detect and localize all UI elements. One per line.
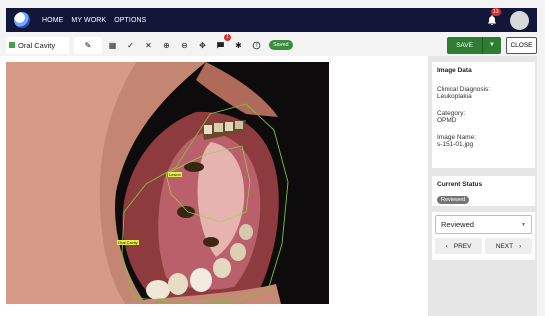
category-color-swatch <box>9 42 15 48</box>
image-data-title: Image Data <box>437 67 472 74</box>
app-logo[interactable] <box>14 12 30 28</box>
comments-button[interactable]: 1 <box>213 33 231 53</box>
auto-annotate-button[interactable]: ✎ <box>74 36 102 54</box>
image-name-value: s-151-01.jpg <box>437 141 474 148</box>
diagnosis-value: Leukoplakia <box>437 93 472 100</box>
nav-options[interactable]: OPTIONS <box>114 17 146 24</box>
help-icon: ? <box>252 41 261 49</box>
zoom-out-icon: ⊖ <box>181 40 188 50</box>
chevron-left-icon: ‹ <box>445 242 448 250</box>
save-button-group: SAVE ▼ <box>447 36 501 54</box>
pager-buttons: ‹ PREV NEXT › <box>435 238 532 254</box>
review-status-value: Reviewed <box>441 220 474 229</box>
photo-illustration <box>6 62 329 304</box>
oral-cavity-image[interactable]: Lesion Oral Cavity <box>6 62 329 304</box>
next-button[interactable]: NEXT › <box>485 238 532 254</box>
diagnosis-label: Clinical Diagnosis: <box>437 86 491 93</box>
chevron-right-icon: › <box>519 242 522 250</box>
category-selector[interactable]: Oral Cavity <box>6 36 69 54</box>
dropdown-arrow-icon: ▼ <box>521 221 526 228</box>
move-icon: ✥ <box>199 40 206 50</box>
notification-count-badge: 13 <box>491 8 501 16</box>
prev-label: PREV <box>453 242 472 250</box>
status-title: Current Status <box>437 181 483 188</box>
settings-button[interactable]: ✱ <box>231 38 246 53</box>
review-status-select[interactable]: Reviewed ▼ <box>435 215 532 234</box>
reject-tool-button[interactable]: ✕ <box>141 38 156 53</box>
category-field-label: Category: <box>437 110 466 117</box>
app-frame: HOME MY WORK OPTIONS 13 Oral Cavity ✎ ▦ … <box>0 0 545 316</box>
image-name-label: Image Name: <box>437 134 477 141</box>
help-button[interactable]: ? <box>249 38 264 53</box>
caret-down-icon: ▼ <box>489 42 495 48</box>
top-navbar: HOME MY WORK OPTIONS 13 <box>6 8 537 32</box>
annotation-toolbar: Oral Cavity ✎ ▦ ✓ ✕ ⊕ ⊖ ✥ 1 ✱ ? Saved SA… <box>6 33 537 56</box>
prev-button[interactable]: ‹ PREV <box>435 238 482 254</box>
pan-tool-button[interactable]: ✥ <box>195 38 210 53</box>
image-data-card: Image Data Clinical Diagnosis: Leukoplak… <box>432 62 535 168</box>
annotation-label-oral-cavity[interactable]: Oral Cavity <box>117 240 139 245</box>
close-icon: ✕ <box>145 40 152 50</box>
table-tool-button[interactable]: ▦ <box>105 38 120 53</box>
saved-status-badge: Saved <box>269 40 293 50</box>
save-options-button[interactable]: ▼ <box>482 36 501 54</box>
save-button[interactable]: SAVE <box>447 36 482 54</box>
nav-my-work[interactable]: MY WORK <box>71 17 106 24</box>
image-canvas-panel: Lesion Oral Cavity <box>0 56 428 316</box>
svg-text:?: ? <box>255 43 257 48</box>
zoom-out-button[interactable]: ⊖ <box>177 38 192 53</box>
details-sidebar: Image Data Clinical Diagnosis: Leukoplak… <box>428 56 537 316</box>
user-avatar[interactable] <box>510 10 529 30</box>
notifications-button[interactable]: 13 <box>486 8 501 27</box>
category-field-value: OPMD <box>437 117 457 124</box>
category-label: Oral Cavity <box>18 40 56 50</box>
settings-icon: ✱ <box>235 40 242 50</box>
annotation-label-lesion[interactable]: Lesion <box>168 172 182 177</box>
table-icon: ▦ <box>108 40 117 50</box>
comment-icon <box>217 41 224 48</box>
comment-count-badge: 1 <box>224 33 231 41</box>
status-card: Current Status Reviewed <box>432 176 535 206</box>
zoom-in-button[interactable]: ⊕ <box>159 38 174 53</box>
accept-tool-button[interactable]: ✓ <box>123 38 138 53</box>
review-card: Reviewed ▼ ‹ PREV NEXT › <box>432 212 535 260</box>
zoom-in-icon: ⊕ <box>163 40 170 50</box>
status-badge: Reviewed <box>437 196 470 204</box>
nav-home[interactable]: HOME <box>42 17 63 24</box>
magic-wand-icon: ✎ <box>84 40 92 50</box>
check-icon: ✓ <box>127 40 134 50</box>
close-button[interactable]: CLOSE <box>506 36 537 54</box>
next-label: NEXT <box>495 242 514 250</box>
